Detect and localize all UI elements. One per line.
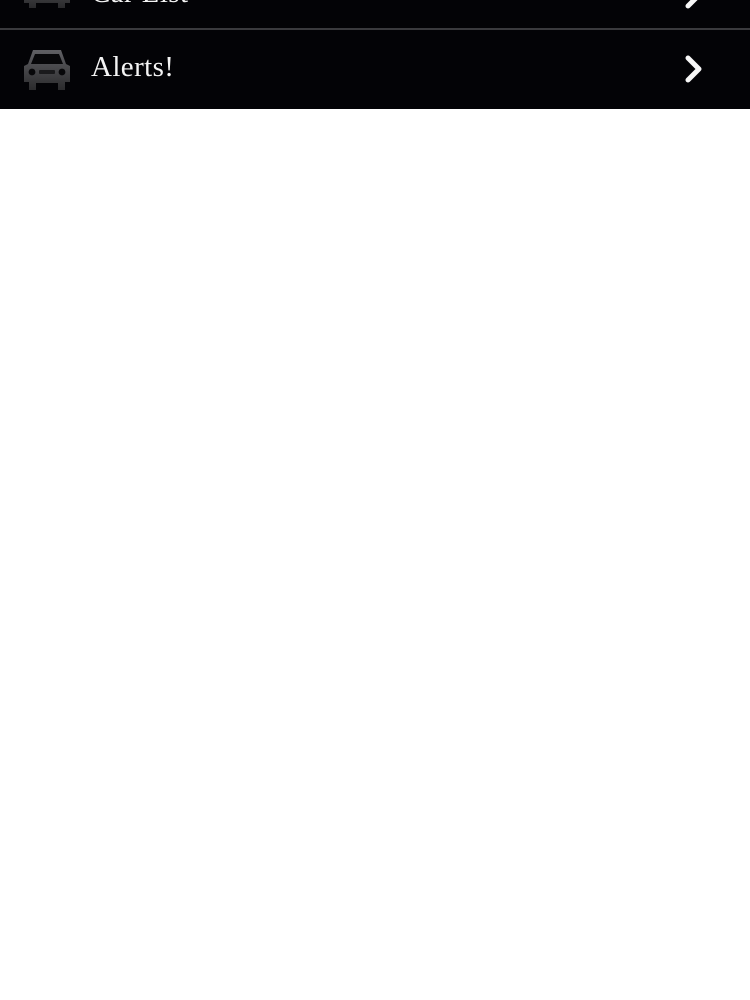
- menu-item-car-list[interactable]: Car List: [0, 0, 750, 28]
- menu-item-label: Car List: [91, 0, 188, 10]
- car-icon: [24, 0, 70, 8]
- chevron-right-icon: [685, 0, 698, 9]
- menu-list: Car List Alerts!: [0, 0, 750, 109]
- menu-item-label: Alerts!: [91, 51, 175, 83]
- app-screen: Car List Alerts!: [0, 0, 750, 1000]
- chevron-right-icon: [685, 55, 702, 83]
- menu-item-alerts[interactable]: Alerts!: [0, 30, 750, 109]
- car-icon: [24, 50, 70, 90]
